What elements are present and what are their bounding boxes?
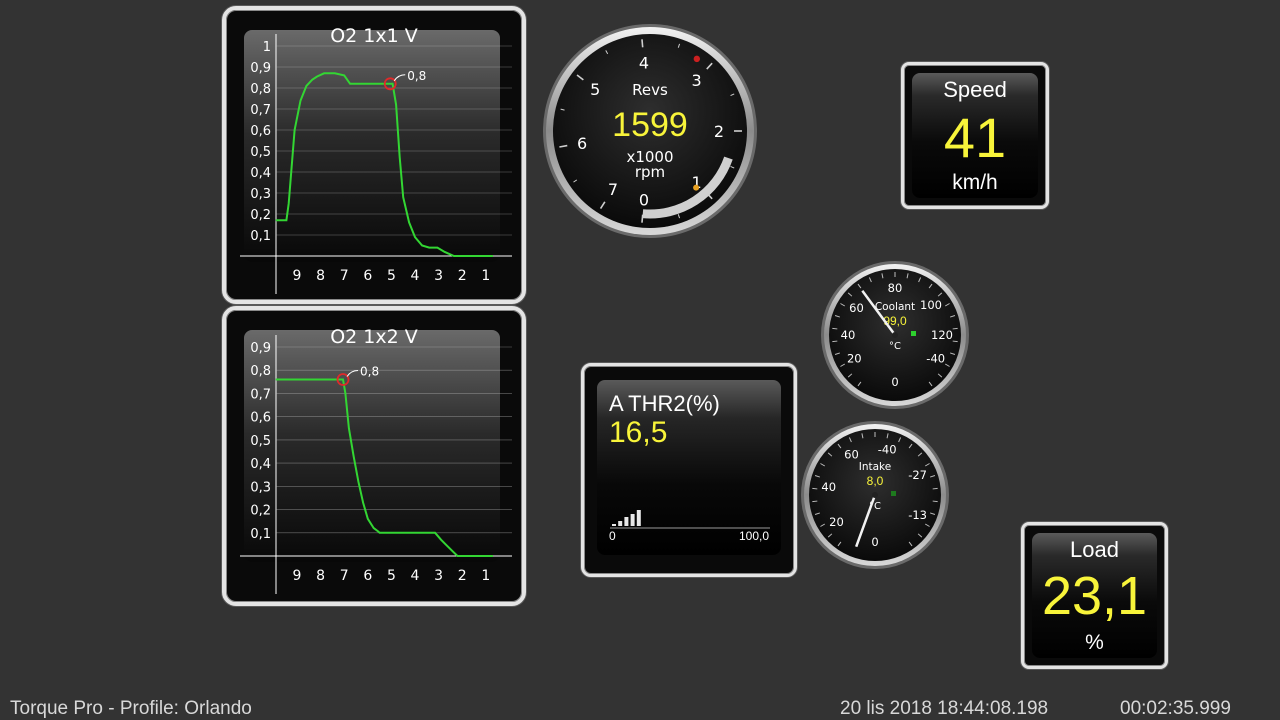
intake-tick-label: -27 xyxy=(908,468,927,482)
intake-tick-label: -13 xyxy=(908,508,927,522)
o2-1x2-y-tick-label: 0,9 xyxy=(250,341,271,356)
elapsed-time-text: 00:02:35.999 xyxy=(1120,698,1231,719)
o2-1x2-title: O2 1x2 V xyxy=(330,326,418,348)
o2-1x2-y-tick-label: 0,6 xyxy=(250,411,271,426)
throttle-bar-segment xyxy=(624,517,629,526)
o2-1x2-x-tick-label: 1 xyxy=(481,568,490,584)
revs-tick-label: 0 xyxy=(639,191,649,210)
speed-display[interactable]: Speed 41 km/h xyxy=(901,62,1049,209)
throttle-min: 0 xyxy=(609,529,616,543)
revs-tick-label: 3 xyxy=(692,71,702,90)
load-display[interactable]: Load 23,1 % xyxy=(1021,522,1168,669)
revs-gauge[interactable]: 01234567 Revs 1599 x1000 rpm xyxy=(541,22,759,240)
o2-1x2-y-tick-label: 0,1 xyxy=(250,527,271,542)
intake-title: Intake xyxy=(859,461,891,473)
o2-1x1-x-tick-label: 6 xyxy=(363,268,372,284)
o2-1x2-y-tick-label: 0,5 xyxy=(250,434,271,449)
o2-1x1-y-tick-label: 1 xyxy=(263,40,271,55)
o2-1x2-x-tick-label: 5 xyxy=(387,568,396,584)
o2-1x1-y-tick-label: 0,6 xyxy=(250,124,271,139)
app-profile-text: Torque Pro - Profile: Orlando xyxy=(10,698,252,719)
throttle-bar-indicator xyxy=(612,510,641,526)
intake-gauge[interactable]: 0204060 -40-27-13 Intake 8,0 °C xyxy=(800,420,950,570)
revs-tick-label: 7 xyxy=(608,180,618,199)
throttle-max: 100,0 xyxy=(739,529,770,543)
revs-needle-marker xyxy=(693,184,700,191)
datetime-text: 20 lis 2018 18:44:08.198 xyxy=(840,698,1049,719)
o2-1x1-y-tick-label: 0,1 xyxy=(250,229,271,244)
o2-1x1-cursor-value: 0,8 xyxy=(407,69,426,83)
o2-1x2-x-tick-label: 9 xyxy=(293,568,302,584)
intake-status-indicator xyxy=(891,491,896,496)
o2-1x2-x-tick-label: 6 xyxy=(363,568,372,584)
revs-tick-label: 2 xyxy=(714,122,724,141)
throttle-bar-segment xyxy=(618,521,623,526)
o2-1x1-x-tick-label: 7 xyxy=(340,268,349,284)
intake-tick-label: -40 xyxy=(878,443,897,457)
o2-1x2-y-tick-label: 0,7 xyxy=(250,387,271,402)
load-value: 23,1 xyxy=(1041,566,1148,626)
revs-unit: rpm xyxy=(635,163,665,181)
speed-value: 41 xyxy=(943,106,1007,169)
revs-tick-label: 4 xyxy=(639,53,649,72)
revs-tick-label: 6 xyxy=(577,134,587,153)
o2-1x1-x-tick-label: 3 xyxy=(434,268,443,284)
coolant-gauge[interactable]: 020406080100120-40 Coolant 99,0 °C xyxy=(820,260,970,410)
o2-1x1-x-tick-label: 2 xyxy=(458,268,467,284)
intake-tick-label: 20 xyxy=(829,515,844,529)
load-label: Load xyxy=(1070,537,1119,562)
o2-1x1-x-tick-label: 9 xyxy=(293,268,302,284)
coolant-tick-label: -40 xyxy=(926,352,945,366)
intake-tick-label: 0 xyxy=(871,535,878,549)
throttle-bar-segment xyxy=(612,524,616,526)
coolant-tick-label: 40 xyxy=(841,328,856,342)
coolant-tick-label: 80 xyxy=(888,281,903,295)
coolant-tick-label: 120 xyxy=(931,328,953,342)
o2-1x1-y-tick-label: 0,7 xyxy=(250,103,271,118)
revs-tick-label: 5 xyxy=(590,80,600,99)
revs-redline-marker xyxy=(693,55,701,63)
coolant-tick-label: 60 xyxy=(849,301,864,315)
o2-1x1-title: O2 1x1 V xyxy=(330,25,418,47)
coolant-tick-label: 20 xyxy=(847,352,862,366)
coolant-unit: °C xyxy=(889,341,901,352)
load-unit: % xyxy=(1085,631,1104,654)
revs-title: Revs xyxy=(632,81,668,99)
throttle-bar-segment xyxy=(636,510,641,526)
o2-1x2-x-tick-label: 3 xyxy=(434,568,443,584)
o2-1x2-y-tick-label: 0,4 xyxy=(250,457,271,472)
revs-value: 1599 xyxy=(612,106,688,144)
o2-1x2-x-tick-label: 2 xyxy=(458,568,467,584)
coolant-title: Coolant xyxy=(875,301,915,313)
speed-unit: km/h xyxy=(952,171,998,194)
o2-1x2-cursor-value: 0,8 xyxy=(360,365,379,379)
throttle-display[interactable]: A THR2(%) 16,5 0 100,0 xyxy=(581,363,797,577)
intake-tick-label: 60 xyxy=(844,447,859,461)
o2-1x2-x-tick-label: 7 xyxy=(340,568,349,584)
o2-1x2-y-tick-label: 0,2 xyxy=(250,504,271,519)
o2-1x2-chart[interactable]: O2 1x2 V 0,9 0,8 0,7 0,6 0,5 0,4 0,3 0,2 0,1 987… xyxy=(222,306,526,606)
o2-1x2-x-tick-label: 4 xyxy=(411,568,420,584)
o2-1x1-x-tick-label: 4 xyxy=(411,268,420,284)
coolant-tick-label: 100 xyxy=(920,298,942,312)
intake-value: 8,0 xyxy=(867,474,884,488)
o2-1x2-y-tick-label: 0,3 xyxy=(250,480,271,495)
coolant-tick-label: 0 xyxy=(891,375,898,389)
speed-label: Speed xyxy=(943,77,1007,102)
o2-1x1-y-tick-label: 0,9 xyxy=(250,61,271,76)
o2-1x1-x-tick-label: 8 xyxy=(316,268,325,284)
throttle-bar-segment xyxy=(630,514,635,526)
o2-1x1-y-tick-label: 0,2 xyxy=(250,208,271,223)
o2-1x1-x-tick-label: 5 xyxy=(387,268,396,284)
o2-1x1-y-tick-label: 0,3 xyxy=(250,187,271,202)
o2-1x1-y-tick-label: 0,8 xyxy=(250,82,271,97)
intake-tick-label: 40 xyxy=(821,480,836,494)
o2-1x1-x-tick-label: 1 xyxy=(481,268,490,284)
o2-1x2-y-tick-label: 0,8 xyxy=(250,364,271,379)
o2-1x2-x-tick-label: 8 xyxy=(316,568,325,584)
o2-1x1-chart[interactable]: O2 1x1 V 1 0,9 0,8 0,7 0,6 0,5 0,4 0,3 0,2 0,1 98… xyxy=(222,6,526,304)
o2-1x1-y-tick-label: 0,5 xyxy=(250,145,271,160)
o2-1x1-y-tick-label: 0,4 xyxy=(250,166,271,181)
coolant-status-indicator xyxy=(911,331,916,336)
